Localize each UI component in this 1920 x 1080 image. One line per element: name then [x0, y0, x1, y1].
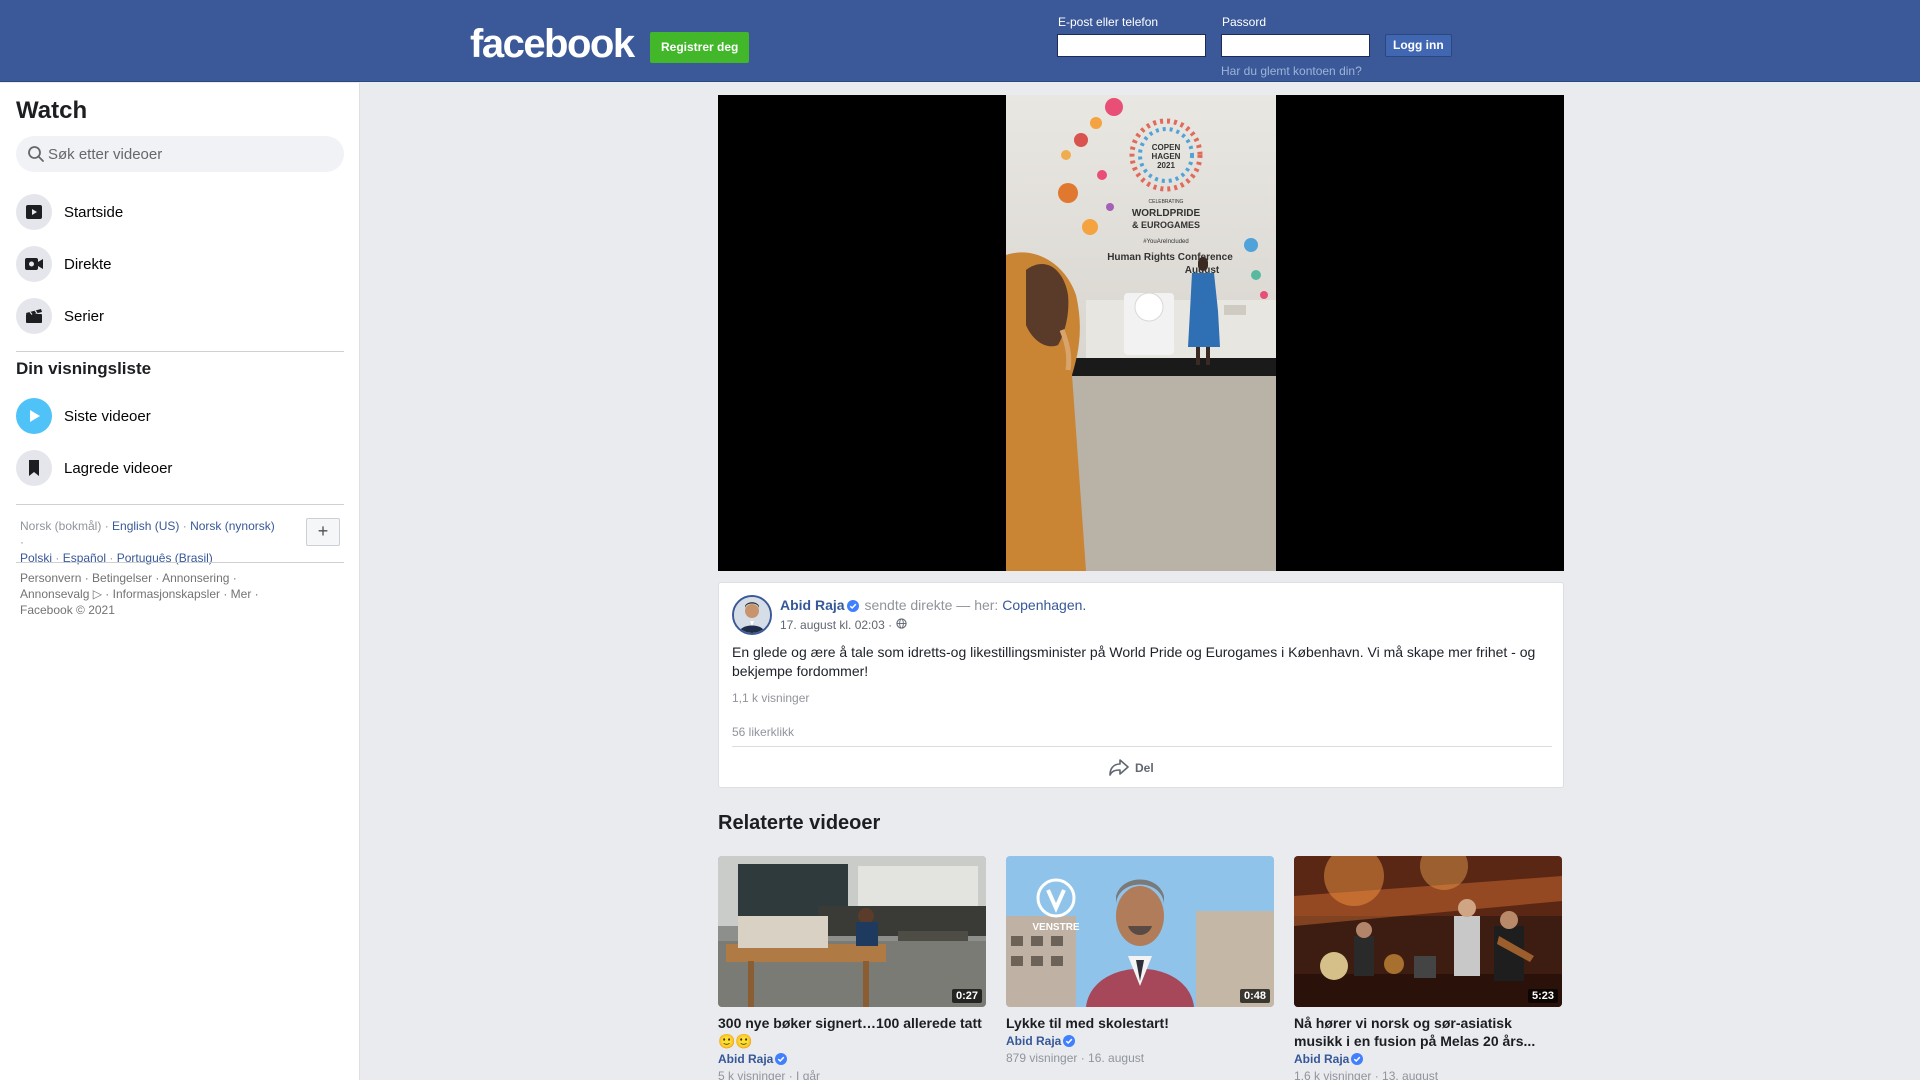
banner-text: CELEBRATING	[1149, 199, 1184, 205]
video-author[interactable]: Abid Raja	[718, 1052, 986, 1068]
related-video-card[interactable]: VENSTRE 0:48 Lykke til med skolestart! A…	[1006, 856, 1274, 1065]
video-meta: 5 k visninger · I går	[718, 1069, 821, 1080]
bookmark-icon	[16, 450, 52, 486]
video-author[interactable]: Abid Raja	[1006, 1034, 1274, 1050]
share-button[interactable]: Del	[1109, 757, 1154, 779]
search-input[interactable]	[48, 136, 328, 172]
email-label: E-post eller telefon	[1058, 15, 1159, 29]
forgot-account-link[interactable]: Har du glemt kontoen din?	[1221, 64, 1362, 78]
video-duration: 5:23	[1527, 989, 1558, 1003]
video-meta: 1,6 k visninger · 13. august	[1294, 1069, 1439, 1080]
more-languages-button[interactable]: +	[306, 518, 340, 546]
related-video-card[interactable]: 0:27 300 nye bøker signert…100 allerede …	[718, 856, 986, 1080]
sidebar-item-startside[interactable]: Startside	[16, 190, 344, 234]
author-name[interactable]: Abid Raja	[1294, 1052, 1349, 1066]
share-icon	[1109, 758, 1129, 779]
play-circle-icon	[16, 398, 52, 434]
video-thumbnail[interactable]: 5:23	[1294, 856, 1562, 1007]
video-post: Abid Raja sendte direkte — her: Copenhag…	[718, 582, 1564, 788]
banner-text: 2021	[1157, 161, 1175, 170]
video-search[interactable]	[16, 136, 344, 172]
sidebar-item-label: Serier	[64, 307, 105, 325]
post-text: En glede og ære å tale som idretts-og li…	[732, 644, 1536, 679]
timestamp-text[interactable]: 17. august kl. 02:03 ·	[780, 618, 892, 632]
footer-line[interactable]: Annonsevalg ▷ · Informasjonskapsler · Me…	[20, 586, 290, 602]
banner-text: & EUROGAMES	[1132, 220, 1200, 230]
verified-badge-icon	[846, 599, 859, 615]
password-input[interactable]	[1221, 34, 1370, 57]
verified-badge-icon	[1063, 1035, 1076, 1050]
globe-icon	[896, 618, 907, 632]
view-count: 1,1 k visninger	[732, 691, 810, 705]
video-title[interactable]: Lykke til med skolestart!	[1006, 1014, 1274, 1032]
video-duration: 0:27	[951, 989, 982, 1003]
facebook-logo[interactable]: facebook	[470, 22, 635, 67]
search-icon	[27, 145, 45, 168]
video-title[interactable]: Nå hører vi norsk og sør-asiatisk musikk…	[1294, 1014, 1562, 1050]
post-action: sendte direkte — her:	[864, 597, 999, 613]
sidebar-item-label: Direkte	[64, 255, 112, 273]
watchlist-title: Din visningsliste	[16, 359, 152, 378]
sidebar-item-label: Startside	[64, 203, 124, 221]
clapperboard-icon	[16, 298, 52, 334]
current-language: Norsk (bokmål)	[20, 519, 102, 533]
post-divider	[732, 746, 1552, 747]
language-link[interactable]: English (US)	[112, 519, 179, 533]
related-video-card[interactable]: 5:23 Nå hører vi norsk og sør-asiatisk m…	[1294, 856, 1562, 1080]
sidebar-title: Watch	[16, 97, 88, 124]
video-player[interactable]: COPEN HAGEN 2021 CELEBRATING WORLDPRIDE …	[718, 95, 1564, 571]
brand-text: VENSTRE	[1032, 922, 1080, 933]
live-camera-icon	[16, 246, 52, 282]
footer-line[interactable]: Personvern · Betingelser · Annonsering ·	[20, 570, 290, 586]
language-link[interactable]: Norsk (nynorsk)	[190, 519, 275, 533]
top-bar: facebook Registrer deg E-post eller tele…	[0, 0, 1920, 82]
video-scene: COPEN HAGEN 2021 CELEBRATING WORLDPRIDE …	[1006, 98, 1276, 571]
video-author[interactable]: Abid Raja	[1294, 1052, 1562, 1068]
author-name[interactable]: Abid Raja	[718, 1052, 773, 1066]
sidebar-item-lagrede-videoer[interactable]: Lagrede videoer	[16, 446, 344, 490]
post-header: Abid Raja sendte direkte — her: Copenhag…	[780, 597, 1086, 615]
author-name[interactable]: Abid Raja	[780, 597, 845, 613]
watch-sidebar: Watch Startside Direkte Serier Din visni…	[0, 83, 360, 1080]
video-thumbnail[interactable]: 0:27	[718, 856, 986, 1007]
sidebar-divider	[16, 504, 344, 505]
sidebar-item-label: Lagrede videoer	[64, 459, 173, 477]
like-count[interactable]: 56 likerklikk	[732, 725, 794, 739]
sidebar-item-siste-videoer[interactable]: Siste videoer	[16, 394, 344, 438]
play-screen-icon	[16, 194, 52, 230]
sidebar-item-label: Siste videoer	[64, 407, 151, 425]
login-button[interactable]: Logg inn	[1385, 34, 1452, 57]
verified-badge-icon	[1351, 1053, 1364, 1068]
author-name[interactable]: Abid Raja	[1006, 1034, 1061, 1048]
sidebar-item-direkte[interactable]: Direkte	[16, 242, 344, 286]
sidebar-divider	[16, 562, 344, 563]
location-link[interactable]: Copenhagen.	[1002, 597, 1086, 613]
banner-text: WORLDPRIDE	[1132, 208, 1201, 219]
verified-badge-icon	[775, 1053, 788, 1068]
banner-text: #YouAreIncluded	[1143, 239, 1188, 245]
banner-text: Human Rights Conference	[1107, 252, 1233, 263]
video-frame: COPEN HAGEN 2021 CELEBRATING WORLDPRIDE …	[1006, 95, 1276, 571]
footer-links: Personvern · Betingelser · Annonsering ·…	[20, 570, 290, 618]
related-videos-title: Relaterte videoer	[718, 812, 881, 834]
footer-line: Facebook © 2021	[20, 603, 115, 617]
banner-text: COPEN	[1152, 143, 1181, 152]
password-label: Passord	[1222, 15, 1267, 29]
share-label: Del	[1135, 761, 1154, 775]
email-input[interactable]	[1057, 34, 1206, 57]
sidebar-item-serier[interactable]: Serier	[16, 294, 344, 338]
banner-text: HAGEN	[1152, 152, 1181, 161]
avatar[interactable]	[732, 595, 772, 635]
register-button[interactable]: Registrer deg	[650, 32, 750, 63]
video-meta: 879 visninger · 16. august	[1006, 1051, 1145, 1065]
sidebar-divider	[16, 351, 344, 352]
video-duration: 0:48	[1239, 989, 1270, 1003]
language-selector: Norsk (bokmål) · English (US) · Norsk (n…	[20, 519, 275, 565]
video-title[interactable]: 300 nye bøker signert…100 allerede tatt …	[718, 1014, 986, 1050]
video-thumbnail[interactable]: VENSTRE 0:48	[1006, 856, 1274, 1007]
post-timestamp: 17. august kl. 02:03 ·	[780, 618, 907, 632]
